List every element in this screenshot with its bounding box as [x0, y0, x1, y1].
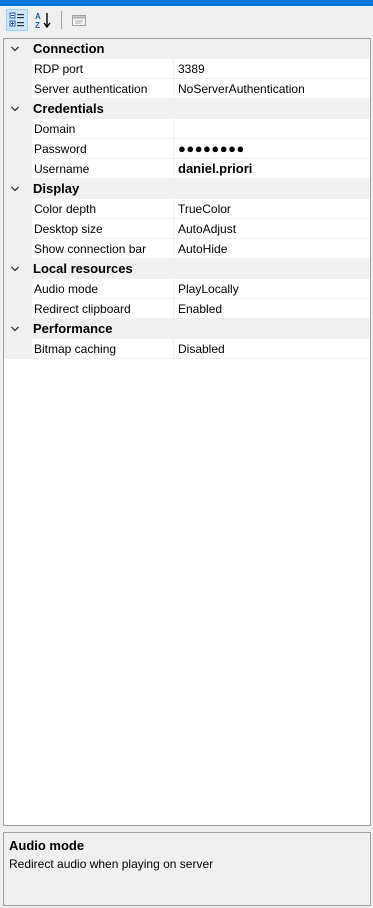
help-panel: Audio mode Redirect audio when playing o…: [3, 832, 371, 906]
category-label: Connection: [33, 41, 105, 56]
category-row[interactable]: Connection: [4, 39, 370, 59]
property-value[interactable]: 3389: [174, 59, 370, 79]
categorized-icon: [9, 12, 24, 27]
row-margin: [4, 139, 32, 159]
property-row[interactable]: Username daniel.priori: [4, 159, 370, 179]
chevron-down-icon[interactable]: [4, 39, 26, 59]
property-row[interactable]: Desktop size AutoAdjust: [4, 219, 370, 239]
row-margin: [4, 79, 32, 99]
property-name[interactable]: Password: [32, 139, 174, 159]
property-grid: Connection RDP port 3389 Server authenticat…: [3, 38, 371, 826]
property-value[interactable]: ●●●●●●●●: [174, 139, 370, 159]
row-margin: [4, 59, 32, 79]
categorized-button[interactable]: [6, 9, 28, 31]
property-name[interactable]: Redirect clipboard: [32, 299, 174, 319]
row-margin: [4, 339, 32, 359]
alphabetical-button[interactable]: A Z: [32, 9, 54, 31]
category-row[interactable]: Local resources: [4, 259, 370, 279]
row-margin: [4, 199, 32, 219]
chevron-down-icon[interactable]: [4, 99, 26, 119]
help-title: Audio mode: [9, 838, 85, 853]
category-row[interactable]: Performance: [4, 319, 370, 339]
property-row[interactable]: Color depth TrueColor: [4, 199, 370, 219]
row-margin: [4, 219, 32, 239]
row-margin: [4, 239, 32, 259]
property-row[interactable]: RDP port 3389: [4, 59, 370, 79]
property-name[interactable]: Server authentication: [32, 79, 174, 99]
category-row[interactable]: Display: [4, 179, 370, 199]
property-value[interactable]: PlayLocally: [174, 279, 370, 299]
property-value[interactable]: TrueColor: [174, 199, 370, 219]
property-value[interactable]: AutoHide: [174, 239, 370, 259]
property-row[interactable]: Bitmap caching Disabled: [4, 339, 370, 359]
property-name[interactable]: Audio mode: [32, 279, 174, 299]
chevron-down-icon[interactable]: [4, 179, 26, 199]
category-label: Display: [33, 181, 80, 196]
svg-text:Z: Z: [35, 21, 40, 29]
category-label: Local resources: [33, 261, 133, 276]
property-value[interactable]: AutoAdjust: [174, 219, 370, 239]
property-value[interactable]: daniel.priori: [174, 159, 370, 179]
row-margin: [4, 159, 32, 179]
property-name[interactable]: Color depth: [32, 199, 174, 219]
category-label: Credentials: [33, 101, 104, 116]
row-margin: [4, 299, 32, 319]
property-value[interactable]: NoServerAuthentication: [174, 79, 370, 99]
svg-text:A: A: [35, 12, 41, 21]
chevron-down-icon[interactable]: [4, 319, 26, 339]
property-row[interactable]: Domain: [4, 119, 370, 139]
property-name[interactable]: Desktop size: [32, 219, 174, 239]
category-row[interactable]: Credentials: [4, 99, 370, 119]
property-value[interactable]: [174, 119, 370, 139]
sort-alphabetical-icon: A Z: [35, 12, 51, 29]
help-description: Redirect audio when playing on server: [9, 857, 214, 871]
property-grid-rows: Connection RDP port 3389 Server authenticat…: [4, 39, 370, 359]
property-name[interactable]: Bitmap caching: [32, 339, 174, 359]
row-margin: [4, 119, 32, 139]
property-name[interactable]: Domain: [32, 119, 174, 139]
property-name[interactable]: Show connection bar: [32, 239, 174, 259]
chevron-down-icon[interactable]: [4, 259, 26, 279]
row-margin: [4, 279, 32, 299]
property-pages-button[interactable]: [68, 9, 90, 31]
property-row[interactable]: Audio mode PlayLocally: [4, 279, 370, 299]
category-label: Performance: [33, 321, 113, 336]
toolbar-separator: [61, 11, 62, 29]
property-row[interactable]: Password ●●●●●●●●: [4, 139, 370, 159]
property-row[interactable]: Server authentication NoServerAuthenticat…: [4, 79, 370, 99]
property-value[interactable]: Disabled: [174, 339, 370, 359]
property-value[interactable]: Enabled: [174, 299, 370, 319]
property-name[interactable]: Username: [32, 159, 174, 179]
property-row[interactable]: Show connection bar AutoHide: [4, 239, 370, 259]
property-pages-icon: [72, 15, 86, 26]
property-grid-toolbar: A Z: [0, 6, 373, 34]
property-name[interactable]: RDP port: [32, 59, 174, 79]
property-row[interactable]: Redirect clipboard Enabled: [4, 299, 370, 319]
